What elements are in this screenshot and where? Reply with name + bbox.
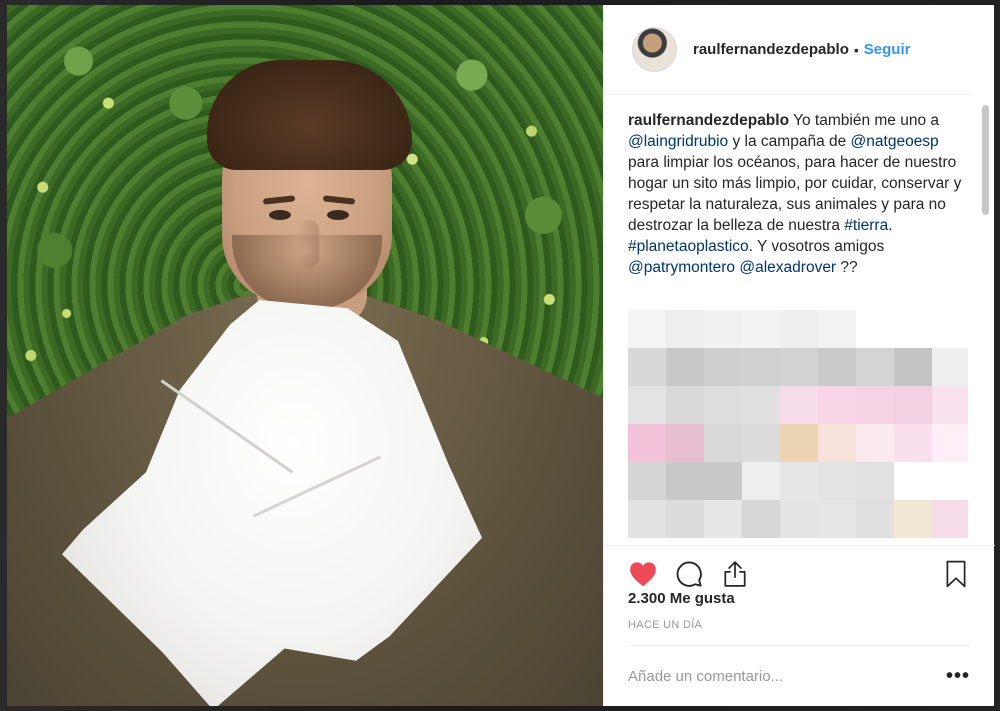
comments-area: raulfernandezdepablo Yo también me uno a… — [628, 110, 968, 545]
pixelated-block — [932, 424, 968, 462]
pixelated-block — [818, 462, 856, 500]
pixelated-block — [856, 500, 894, 538]
pixelated-block — [932, 348, 968, 386]
pixelated-block — [742, 424, 780, 462]
comment-input[interactable] — [628, 667, 946, 685]
pixelated-block — [856, 386, 894, 424]
pixelated-block — [818, 386, 856, 424]
pixelated-block — [932, 310, 968, 348]
pixelated-block — [628, 310, 666, 348]
pixelated-block — [780, 348, 818, 386]
pixelated-comments — [628, 310, 968, 538]
pixelated-block — [818, 310, 856, 348]
hashtag-link[interactable]: #planetaoplastico — [628, 238, 749, 255]
pixelated-block — [780, 386, 818, 424]
pixelated-block — [780, 310, 818, 348]
pixelated-block — [742, 310, 780, 348]
right-eye — [327, 210, 349, 220]
pixelated-block — [894, 462, 932, 500]
caption-text: y la campaña de — [728, 133, 851, 150]
heart-filled-icon[interactable] — [628, 559, 658, 589]
hashtag-link[interactable]: #tierra — [844, 217, 888, 234]
mention-link[interactable]: @alexadrover — [739, 259, 836, 276]
pixelated-block — [704, 386, 742, 424]
pixelated-block — [628, 462, 666, 500]
pixelated-block — [894, 386, 932, 424]
post-header: raulfernandezdepablo • Seguir — [604, 5, 971, 95]
pixelated-block — [818, 424, 856, 462]
caption: raulfernandezdepablo Yo también me uno a… — [628, 110, 968, 278]
mention-link[interactable]: @natgeoesp — [851, 133, 939, 150]
follow-button[interactable]: Seguir — [864, 41, 911, 58]
pixelated-block — [666, 424, 704, 462]
separator-dot: • — [853, 41, 859, 58]
pixelated-block — [856, 348, 894, 386]
caption-text: ?? — [836, 259, 858, 276]
pixelated-block — [894, 500, 932, 538]
post-photo[interactable] — [7, 5, 603, 706]
pixelated-block — [856, 462, 894, 500]
mention-link[interactable]: @laingridrubio — [628, 133, 728, 150]
pixelated-block — [932, 386, 968, 424]
avatar[interactable] — [632, 27, 677, 72]
pixelated-block — [742, 348, 780, 386]
pixelated-block — [932, 500, 968, 538]
pixelated-block — [780, 500, 818, 538]
pixelated-block — [742, 462, 780, 500]
pixelated-block — [780, 462, 818, 500]
caption-text: . — [888, 217, 893, 234]
pixelated-block — [704, 424, 742, 462]
pixelated-block — [704, 348, 742, 386]
pixelated-block — [704, 310, 742, 348]
pixelated-block — [666, 348, 704, 386]
pixelated-block — [628, 500, 666, 538]
left-eye — [269, 210, 291, 220]
comment-box: ••• — [628, 645, 970, 706]
pixelated-block — [894, 424, 932, 462]
post-timestamp[interactable]: HACE UN DÍA — [628, 619, 702, 631]
comment-bubble-icon[interactable] — [674, 559, 704, 589]
pixelated-block — [856, 310, 894, 348]
pixelated-block — [666, 386, 704, 424]
more-options-icon[interactable]: ••• — [946, 665, 970, 688]
pixelated-block — [666, 462, 704, 500]
mention-link[interactable]: @patrymontero — [628, 259, 735, 276]
pixelated-block — [780, 424, 818, 462]
pixelated-block — [818, 500, 856, 538]
hair — [207, 60, 412, 170]
pixelated-block — [628, 424, 666, 462]
share-icon[interactable] — [720, 559, 750, 589]
pixelated-block — [894, 310, 932, 348]
pixelated-block — [628, 348, 666, 386]
likes-count[interactable]: 2.300 Me gusta — [628, 590, 735, 607]
pixelated-block — [818, 348, 856, 386]
comments-scrollbar[interactable] — [982, 105, 989, 215]
caption-author[interactable]: raulfernandezdepablo — [628, 112, 789, 129]
post-side-panel: raulfernandezdepablo • Seguir raulfernan… — [603, 5, 995, 706]
pixelated-block — [742, 500, 780, 538]
pixelated-block — [666, 500, 704, 538]
pixelated-block — [666, 310, 704, 348]
pixelated-block — [932, 462, 968, 500]
pixelated-block — [628, 386, 666, 424]
bookmark-icon[interactable] — [941, 559, 971, 589]
pixelated-block — [704, 462, 742, 500]
pixelated-block — [742, 386, 780, 424]
caption-text: . Y vosotros amigos — [748, 238, 885, 255]
caption-text: Yo también me uno a — [789, 112, 940, 129]
pixelated-block — [704, 500, 742, 538]
pixelated-block — [894, 348, 932, 386]
pixelated-block — [856, 424, 894, 462]
caption-text: para limpiar los océanos, para hacer de … — [628, 154, 962, 234]
header-username[interactable]: raulfernandezdepablo — [693, 41, 849, 58]
post-modal: raulfernandezdepablo • Seguir raulfernan… — [7, 5, 995, 706]
